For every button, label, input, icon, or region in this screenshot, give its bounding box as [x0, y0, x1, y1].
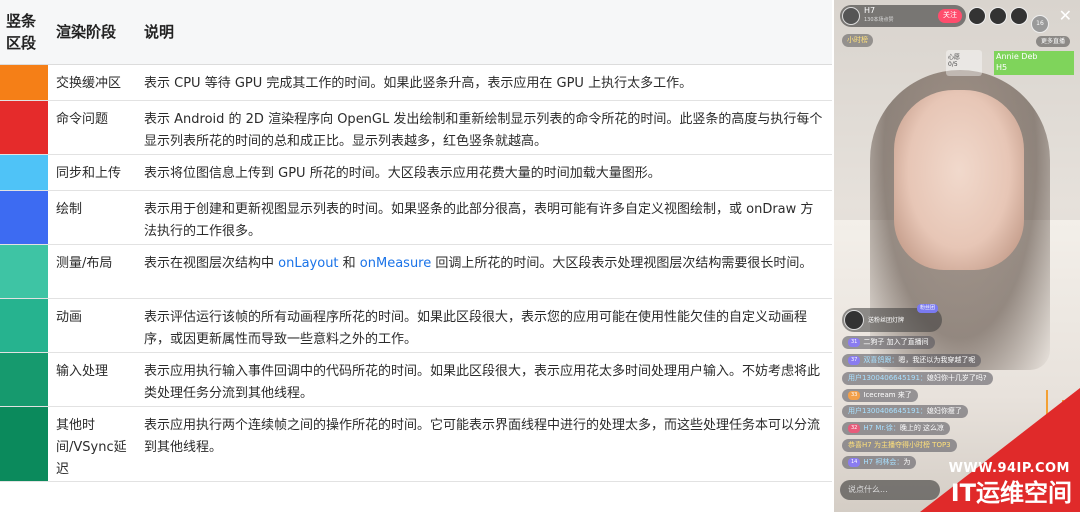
close-icon[interactable]: ✕	[1059, 6, 1072, 25]
follow-button[interactable]: 关注	[938, 9, 962, 23]
level-badge: 31	[848, 338, 861, 347]
fan-club-banner[interactable]: 送粉丝团灯牌 粉丝团	[842, 304, 942, 332]
chat-user: 用户1300406645191：	[848, 407, 927, 415]
anchor-avatar[interactable]	[842, 7, 860, 25]
stage-description: 表示评估运行该帧的所有动画程序所花的时间。如果此区段很大，表示您的应用可能在使用…	[136, 298, 832, 353]
render-stage-table: 竖条区段 渲染阶段 说明 交换缓冲区 表示 CPU 等待 GPU 完成其工作的时…	[0, 0, 832, 482]
color-swatch	[0, 406, 48, 482]
pk-panel[interactable]: 心愿 0/5 Annie Deb H5	[946, 50, 1074, 76]
chat-text: 媳妇你十几岁了吗?	[926, 374, 987, 382]
stage-name: 输入处理	[48, 352, 136, 407]
desc-text: 表示在视图层次结构中	[144, 255, 279, 271]
chat-bubble: 33 Icecream 来了	[842, 389, 918, 402]
color-swatch	[0, 100, 48, 155]
chat-bubble: 31 二狗子 加入了直播间	[842, 336, 935, 349]
anchor-info[interactable]: H7 130本场点赞 关注	[840, 5, 966, 27]
viewer-avatar[interactable]	[968, 7, 986, 25]
table-row: 交换缓冲区 表示 CPU 等待 GPU 完成其工作的时间。如果此竖条升高，表示应…	[0, 64, 832, 101]
level-badge: 14	[848, 458, 861, 467]
chat-bubble: 用户1300406645191：媳妇你十几岁了吗?	[842, 372, 993, 385]
color-swatch	[0, 154, 48, 191]
color-swatch	[0, 298, 48, 353]
stage-description: 表示用于创建和更新视图显示列表的时间。如果竖条的此部分很高，表明可能有许多自定义…	[136, 190, 832, 245]
stage-name: 同步和上传	[48, 154, 136, 191]
chat-user: 双喜鸽跟：	[863, 356, 899, 364]
fan-badge: 粉丝团	[916, 304, 938, 313]
chat-text: 二狗子 加入了直播间	[863, 338, 929, 346]
stage-description: 表示在视图层次结构中 onLayout 和 onMeasure 回调上所花的时间…	[136, 244, 832, 299]
chat-user: 用户1300406645191：	[848, 374, 927, 382]
viewer-avatar[interactable]	[989, 7, 1007, 25]
onlayout-link[interactable]: onLayout	[278, 256, 338, 271]
anchor-likes: 130本场点赞	[864, 17, 894, 23]
stage-name: 命令问题	[48, 100, 136, 155]
chat-user: H7 Mr.徐：	[863, 424, 900, 432]
color-swatch	[0, 190, 48, 245]
doc-table-page: 竖条区段 渲染阶段 说明 交换缓冲区 表示 CPU 等待 GPU 完成其工作的时…	[0, 0, 832, 512]
header-description: 说明	[136, 0, 832, 65]
fan-text: 送粉丝团灯牌	[868, 317, 905, 324]
wish-label: 心愿	[948, 54, 961, 61]
chat-text: Icecream 来了	[863, 391, 912, 399]
stage-name: 其他时间/VSync延迟	[48, 406, 136, 482]
onmeasure-link[interactable]: onMeasure	[360, 256, 431, 271]
more-live-button[interactable]: 更多直播	[1035, 36, 1070, 47]
stage-name: 绘制	[48, 190, 136, 245]
table-row: 其他时间/VSync延迟 表示应用执行两个连续帧之间的操作所花的时间。它可能表示…	[0, 406, 832, 482]
chat-message: 37 双喜鸽跟：嗯，我还以为我穿越了呢	[842, 354, 1062, 367]
chat-message: 用户1300406645191：媳妇你十几岁了吗?	[842, 372, 1062, 385]
desc-text: 回调上所花的时间。大区段表示处理视图层次结构需要很长时间。	[431, 255, 813, 271]
stage-description: 表示应用执行两个连续帧之间的操作所花的时间。它可能表示界面线程中进行的处理太多，…	[136, 406, 832, 482]
wish-progress: 0/5	[948, 61, 958, 68]
chat-text: 为	[903, 458, 911, 466]
viewer-count[interactable]: 16	[1031, 15, 1049, 33]
color-swatch	[0, 352, 48, 407]
table-row: 测量/布局 表示在视图层次结构中 onLayout 和 onMeasure 回调…	[0, 244, 832, 299]
fan-avatar	[844, 310, 864, 330]
chat-text: 嗯，我还以为我穿越了呢	[898, 356, 976, 364]
stage-description: 表示 Android 的 2D 渲染程序向 OpenGL 发出绘制和重新绘制显示…	[136, 100, 832, 155]
level-badge: 37	[848, 356, 861, 365]
stage-name: 测量/布局	[48, 244, 136, 299]
table-row: 输入处理 表示应用执行输入事件回调中的代码所花的时间。如果此区段很大，表示应用花…	[0, 352, 832, 407]
chat-message: 31 二狗子 加入了直播间	[842, 336, 1062, 349]
table-row: 同步和上传 表示将位图信息上传到 GPU 所花的时间。大区段表示应用花费大量的时…	[0, 154, 832, 191]
chat-bubble: 14 H7 柯林会：为	[842, 456, 917, 469]
stage-description: 表示应用执行输入事件回调中的代码所花的时间。如果此区段很大，表示应用花太多时间处…	[136, 352, 832, 407]
table-row: 绘制 表示用于创建和更新视图显示列表的时间。如果竖条的此部分很高，表明可能有许多…	[0, 190, 832, 245]
level-badge: 33	[848, 391, 861, 400]
level-badge: 32	[848, 424, 861, 433]
stage-name: 交换缓冲区	[48, 64, 136, 101]
anchor-name: H7	[864, 6, 876, 15]
wish-box[interactable]: 心愿 0/5	[946, 50, 982, 76]
stage-description: 表示 CPU 等待 GPU 完成其工作的时间。如果此竖条升高，表示应用在 GPU…	[136, 64, 832, 101]
desc-text: 和	[338, 255, 360, 271]
viewer-avatar[interactable]	[1010, 7, 1028, 25]
table-header-row: 竖条区段 渲染阶段 说明	[0, 0, 832, 65]
watermark: WWW.94IP.COM IT运维空间	[920, 388, 1080, 512]
color-swatch	[0, 244, 48, 299]
watermark-brand: IT运维空间	[950, 479, 1072, 507]
hourly-rank-badge[interactable]: 小时榜	[842, 34, 873, 47]
pk-names: Annie Deb H5	[994, 51, 1074, 75]
video-face	[894, 90, 1024, 270]
stage-name: 动画	[48, 298, 136, 353]
chat-user: 恭喜	[848, 441, 862, 449]
stage-description: 表示将位图信息上传到 GPU 所花的时间。大区段表示应用花费大量的时间加载大量图…	[136, 154, 832, 191]
header-render-stage: 渲染阶段	[48, 0, 136, 65]
chat-user: H7 柯林会：	[863, 458, 904, 466]
viewer-avatars[interactable]: 16	[968, 7, 1052, 33]
table-row: 命令问题 表示 Android 的 2D 渲染程序向 OpenGL 发出绘制和重…	[0, 100, 832, 155]
color-swatch	[0, 64, 48, 101]
table-row: 动画 表示评估运行该帧的所有动画程序所花的时间。如果此区段很大，表示您的应用可能…	[0, 298, 832, 353]
pk-name-1: Annie Deb	[996, 52, 1038, 61]
chat-bubble: 37 双喜鸽跟：嗯，我还以为我穿越了呢	[842, 354, 982, 367]
pk-name-2: H5	[996, 63, 1008, 72]
header-bar-segment: 竖条区段	[0, 0, 48, 65]
